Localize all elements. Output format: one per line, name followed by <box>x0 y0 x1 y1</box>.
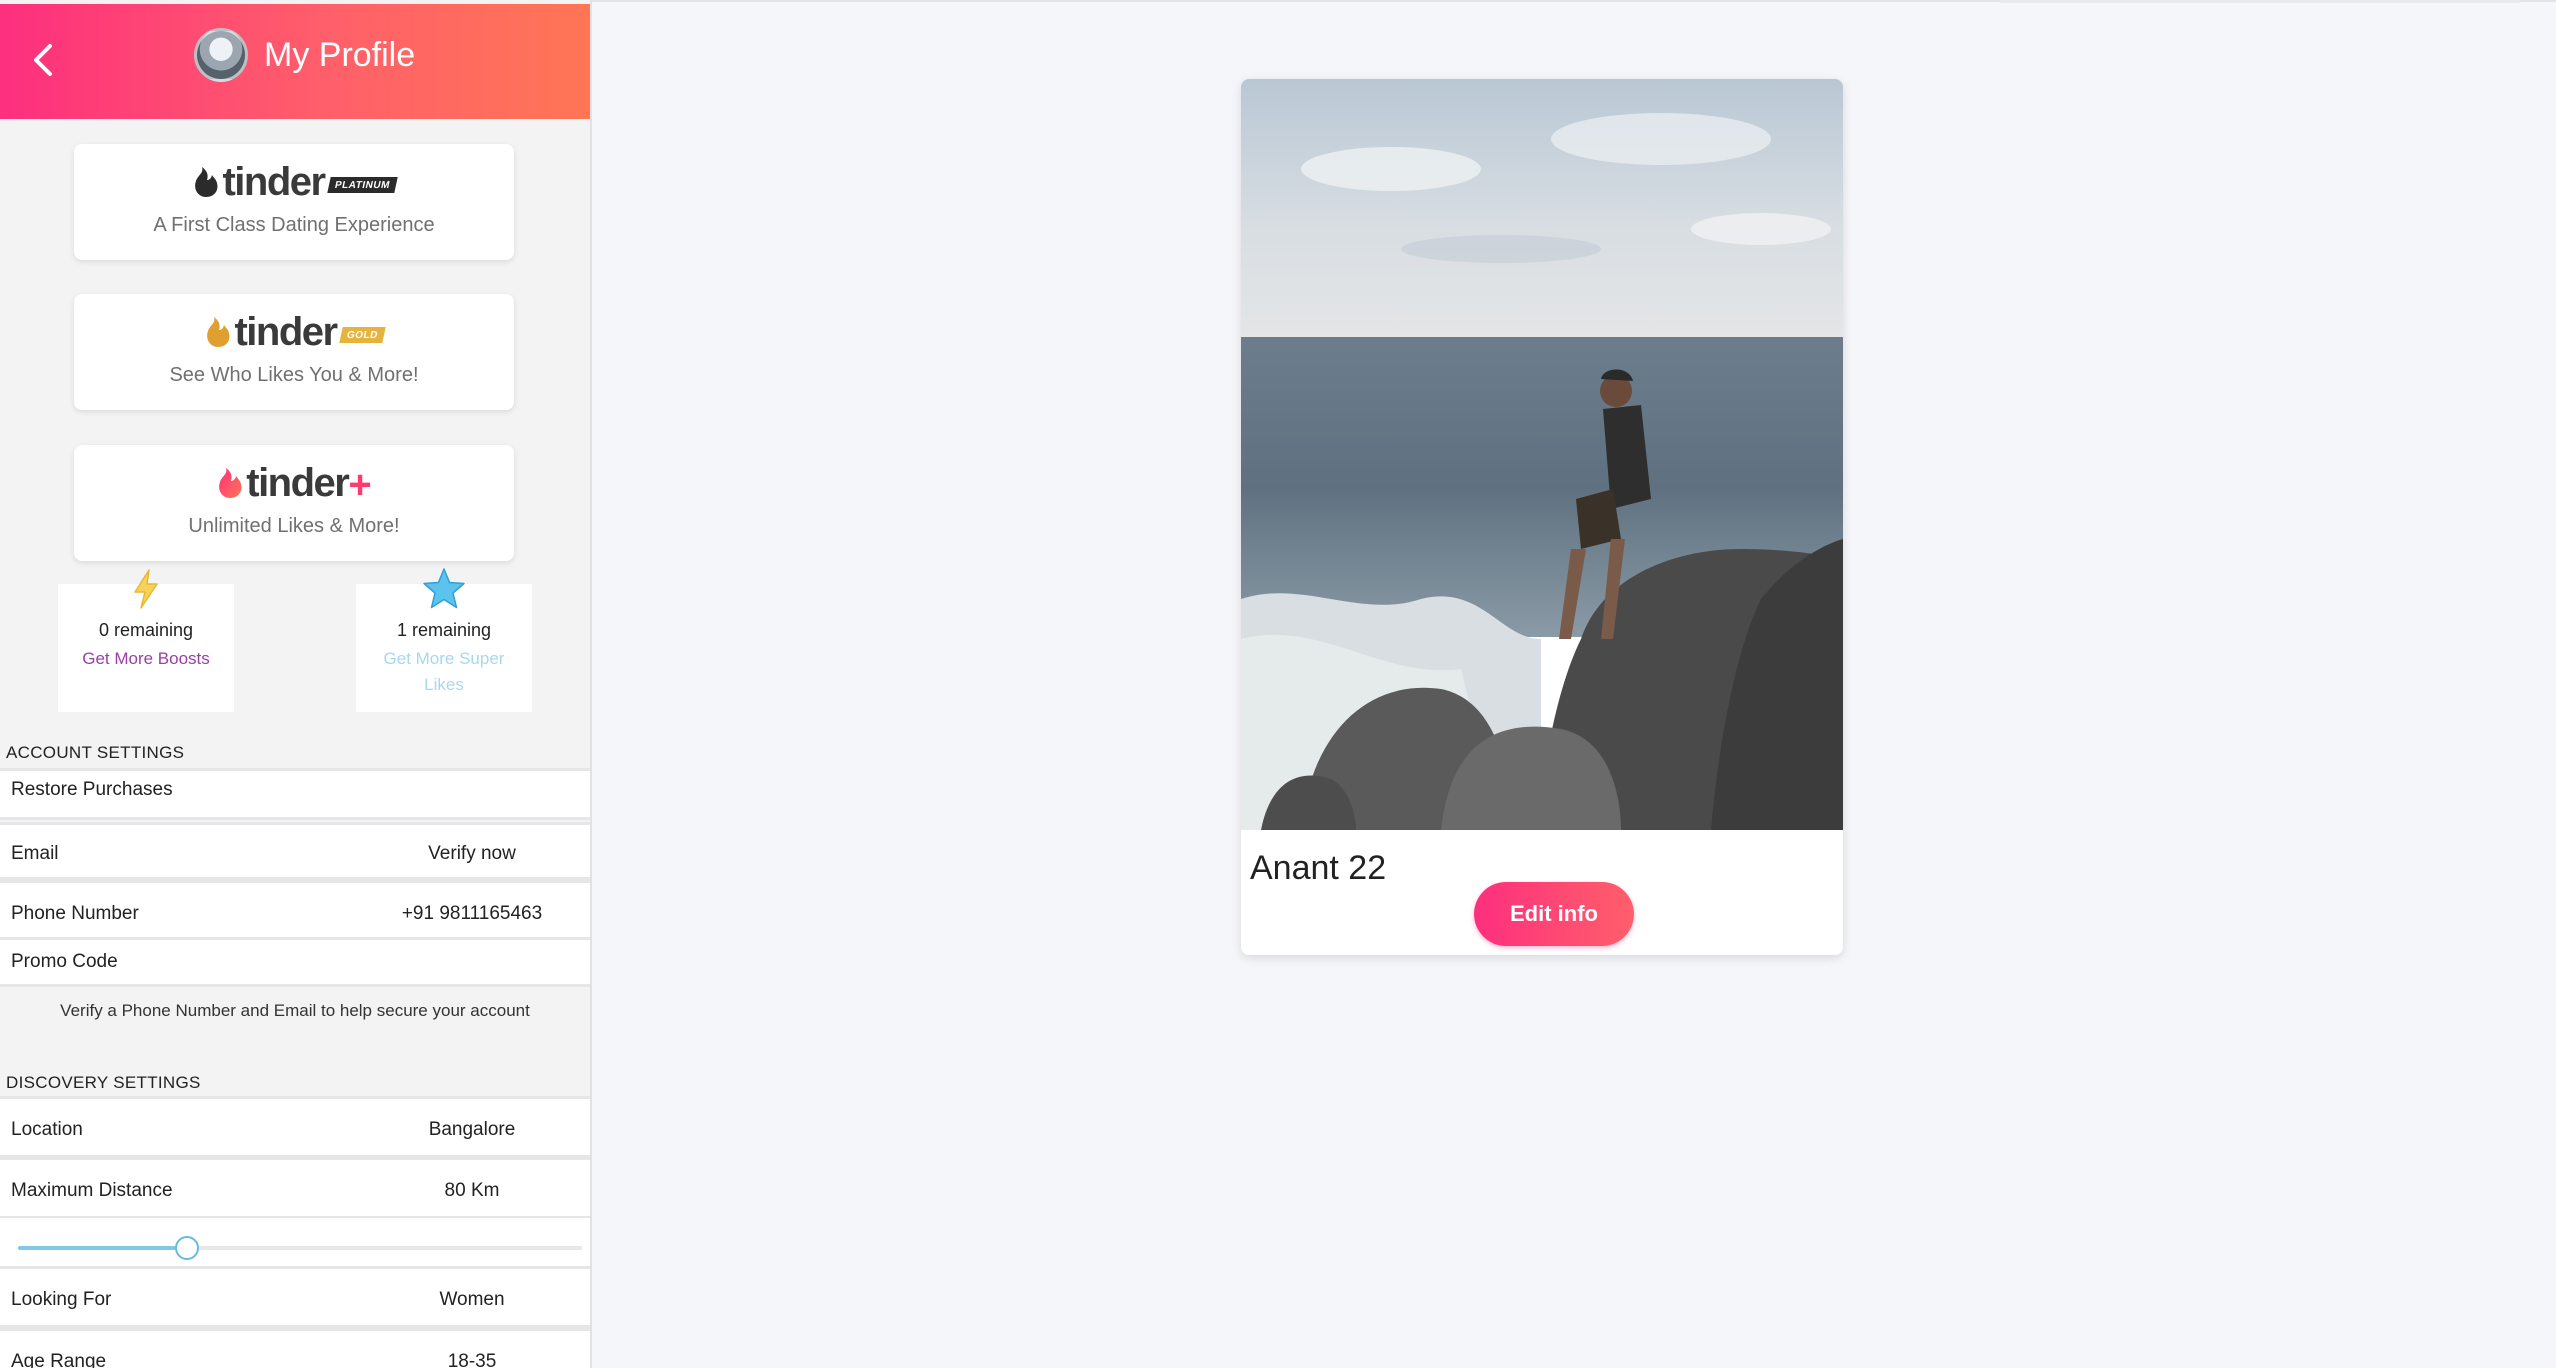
super-likes-remaining: 1 remaining <box>396 620 492 640</box>
looking-for-row[interactable]: Looking For Women <box>0 1266 590 1328</box>
get-more-super-likes-link[interactable]: Get More Super Likes <box>366 646 522 698</box>
profile-photo <box>1241 79 1843 830</box>
brand-word: tinder <box>222 160 326 204</box>
email-row[interactable]: Email Verify now <box>0 822 590 880</box>
tinder-platinum-logo: tinder PLATINUM <box>74 162 514 202</box>
phone-number-label: Phone Number <box>11 903 139 924</box>
edit-info-button[interactable]: Edit info <box>1474 882 1634 946</box>
email-verify-value: Verify now <box>428 843 516 864</box>
location-label: Location <box>11 1119 83 1140</box>
restore-purchases-row[interactable]: Restore Purchases <box>0 768 590 820</box>
verify-note: Verify a Phone Number and Email to help … <box>60 1001 530 1020</box>
age-range-row[interactable]: Age Range 18-35 <box>0 1328 590 1368</box>
tinder-gold-card[interactable]: tinder GOLD See Who Likes You & More! <box>74 294 514 410</box>
restore-purchases-label: Restore Purchases <box>11 779 173 800</box>
flame-icon <box>195 167 218 197</box>
promo-code-label: Promo Code <box>11 951 118 972</box>
boosts-remaining: 0 remaining <box>98 620 194 640</box>
max-distance-label: Maximum Distance <box>11 1180 173 1201</box>
super-likes-card[interactable]: 1 remaining Get More Super Likes <box>356 568 532 712</box>
phone-number-value: +91 9811165463 <box>401 903 543 924</box>
brand-word: tinder <box>246 461 350 505</box>
profile-header: My Profile <box>0 4 590 119</box>
page-title: My Profile <box>264 36 416 74</box>
gold-badge: GOLD <box>338 327 386 343</box>
tinder-plus-card[interactable]: tinder+ Unlimited Likes & More! <box>74 445 514 561</box>
boosts-card[interactable]: 0 remaining Get More Boosts <box>58 569 234 712</box>
age-range-value: 18-35 <box>447 1351 497 1368</box>
looking-for-value: Women <box>439 1289 505 1310</box>
flame-icon <box>219 468 242 498</box>
discovery-settings-title: DISCOVERY SETTINGS <box>6 1073 201 1092</box>
chevron-left-icon[interactable] <box>22 38 66 82</box>
profile-card: Anant 22 Edit info <box>1241 79 1843 955</box>
flame-icon <box>207 317 230 347</box>
promo-tagline: A First Class Dating Experience <box>153 214 435 236</box>
max-distance-value: 80 Km <box>444 1180 500 1201</box>
platinum-badge: PLATINUM <box>326 177 398 193</box>
get-more-boosts-link[interactable]: Get More Boosts <box>68 646 224 672</box>
promo-code-row[interactable]: Promo Code <box>0 937 590 987</box>
avatar[interactable] <box>194 28 248 82</box>
promo-tagline: See Who Likes You & More! <box>169 364 419 386</box>
profile-sidebar: My Profile tinder PLATINUM A First Class … <box>0 0 592 1368</box>
email-label: Email <box>11 843 59 864</box>
distance-slider-thumb[interactable] <box>175 1236 200 1260</box>
brand-word: tinder <box>234 310 338 354</box>
tinder-gold-logo: tinder GOLD <box>74 312 514 352</box>
tinder-plus-logo: tinder+ <box>74 461 514 507</box>
star-icon <box>423 568 465 609</box>
age-range-label: Age Range <box>11 1351 107 1368</box>
tinder-platinum-card[interactable]: tinder PLATINUM A First Class Dating Expe… <box>74 144 514 260</box>
location-value: Bangalore <box>428 1119 516 1140</box>
distance-slider-fill <box>18 1246 188 1250</box>
plus-badge: + <box>348 463 372 507</box>
looking-for-label: Looking For <box>11 1289 112 1310</box>
lightning-bolt-icon <box>134 569 158 609</box>
promo-tagline: Unlimited Likes & More! <box>188 515 400 537</box>
account-settings-title: ACCOUNT SETTINGS <box>6 743 185 762</box>
distance-slider[interactable] <box>18 1236 582 1260</box>
max-distance-row: Maximum Distance 80 Km <box>0 1157 590 1219</box>
location-row[interactable]: Location Bangalore <box>0 1096 590 1158</box>
profile-name-age: Anant 22 <box>1250 849 1387 887</box>
top-shadow <box>2000 0 2520 3</box>
phone-number-row[interactable]: Phone Number +91 9811165463 <box>0 880 590 940</box>
